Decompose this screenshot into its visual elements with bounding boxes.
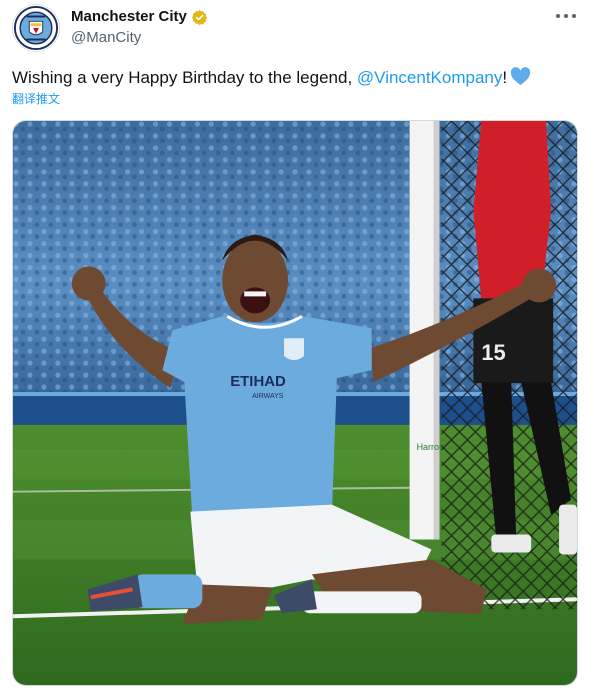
- author-name-row: Manchester City: [71, 7, 208, 27]
- verified-badge-icon[interactable]: [191, 9, 208, 26]
- more-options-icon[interactable]: [556, 8, 576, 24]
- tweet-text: Wishing a very Happy Birthday to the leg…: [12, 66, 582, 90]
- handle[interactable]: @ManCity: [71, 28, 141, 48]
- tweet-media-photo[interactable]: Harrod 15 ETIHAD AIRWAYS: [12, 120, 578, 686]
- mention-link[interactable]: @VincentKompany: [357, 68, 502, 87]
- celebrating-footballer-photo: Harrod 15 ETIHAD AIRWAYS: [13, 121, 577, 685]
- blue-heart-icon: [510, 67, 531, 86]
- shirt-sponsor-text: ETIHAD: [230, 373, 286, 390]
- opponent-number-text: 15: [481, 340, 505, 365]
- shirt-sponsor-sub-text: AIRWAYS: [252, 393, 284, 400]
- tweet-card: Manchester City @ManCity Wishing a very …: [0, 0, 594, 688]
- post-sign-text: Harrod: [417, 442, 444, 452]
- manchester-city-crest-icon: [13, 5, 59, 51]
- avatar[interactable]: [12, 4, 60, 52]
- tweet-text-after: !: [502, 68, 508, 87]
- translate-tweet-link[interactable]: 翻译推文: [12, 91, 60, 107]
- display-name[interactable]: Manchester City: [71, 7, 187, 27]
- tweet-text-before: Wishing a very Happy Birthday to the leg…: [12, 68, 357, 87]
